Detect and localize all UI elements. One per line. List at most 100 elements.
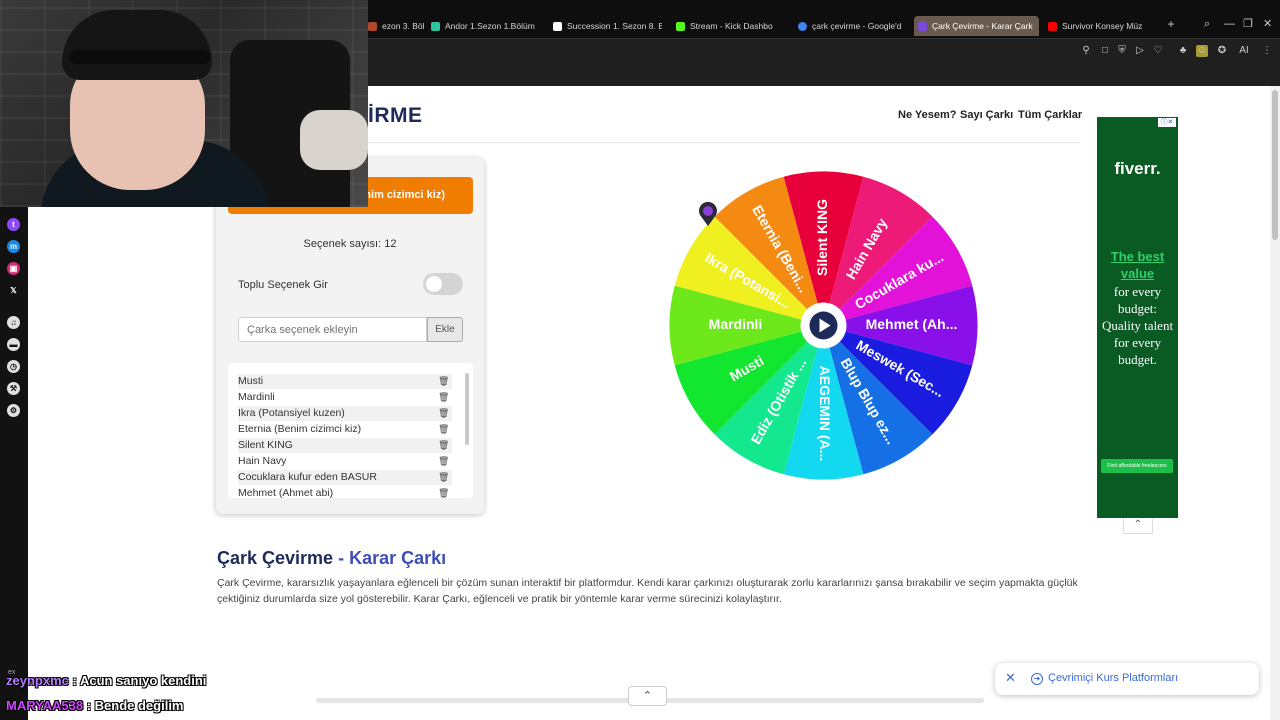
messenger-icon[interactable]: m	[7, 240, 20, 253]
play-media-icon[interactable]: ▷	[1134, 45, 1146, 57]
wheel-pointer-icon	[699, 201, 717, 226]
pin-icon[interactable]: ⚲	[1080, 45, 1092, 57]
tab-label: Stream - Kick Dashbo	[690, 21, 773, 31]
tab-andor[interactable]: Andor 1.Sezon 1.Bölüm -	[427, 16, 537, 36]
tab-favicon	[368, 21, 377, 31]
option-input[interactable]	[238, 317, 427, 342]
list-item: Hain Navy 🗑	[238, 454, 452, 469]
trash-icon[interactable]: 🗑	[438, 422, 449, 437]
nav-tum-carklar[interactable]: Tüm Çarklar	[1018, 109, 1082, 121]
maximize-icon[interactable]: ❐	[1243, 18, 1253, 30]
options-list-scrollbar[interactable]	[465, 367, 470, 495]
list-item: Cocuklara kufur eden BASUR 🗑	[238, 470, 452, 485]
instagram-icon[interactable]: ▣	[7, 262, 20, 275]
tab-favicon	[1048, 21, 1057, 31]
extension-icon[interactable]: ♣	[1177, 45, 1189, 57]
nav-sayi-carki[interactable]: Sayı Çarkı	[960, 109, 1013, 121]
extensions-puzzle-icon[interactable]: ✪	[1216, 45, 1228, 57]
tab-favicon	[431, 21, 440, 31]
close-window-icon[interactable]: ✕	[1263, 18, 1272, 30]
wheel-segment-label: Mehmet (Ah...	[866, 316, 958, 332]
suggestion-toast[interactable]: ✕ ➜ Çevrimiçi Kurs Platformları	[995, 663, 1259, 695]
tab-label: Çark Çevirme - Karar Çark	[932, 21, 1033, 31]
bulk-entry-label: Toplu Seçenek Gir	[238, 279, 328, 291]
trash-icon[interactable]: 🗑	[438, 486, 449, 498]
chat-message: MARYAA538 : Bende değilim	[6, 698, 184, 713]
tab-label: ezon 3. Bölü	[382, 21, 424, 31]
wheel-segment-label: Silent KING	[814, 199, 830, 276]
chat-username: zeynpxmc	[6, 673, 69, 688]
ad-choices-icon[interactable]: ⓘ✕	[1158, 118, 1176, 127]
tab-kick-dashboard[interactable]: Stream - Kick Dashbo	[672, 16, 784, 36]
spotify-icon[interactable]: ♫	[7, 316, 20, 329]
site-logo[interactable]: İRME	[368, 104, 423, 128]
option-label: Eternia (Benim cizimci kiz)	[238, 423, 362, 435]
option-label: Cocuklara kufur eden BASUR	[238, 471, 377, 483]
toast-label[interactable]: Çevrimiçi Kurs Platformları	[1048, 672, 1178, 684]
options-list-scroll-thumb[interactable]	[465, 373, 469, 445]
wallet-icon[interactable]: ▬	[7, 338, 20, 351]
history-icon[interactable]: ◷	[7, 360, 20, 373]
trash-icon[interactable]: 🗑	[438, 406, 449, 421]
ad-cta-button[interactable]: Find affordable freelancers	[1101, 459, 1173, 473]
trash-icon[interactable]: 🗑	[438, 374, 449, 389]
games-icon[interactable]: ⚒	[7, 382, 20, 395]
tab-survivor[interactable]: Survivor Konsey Müz	[1044, 16, 1159, 36]
shield-icon[interactable]: ⛨	[1116, 45, 1128, 57]
trash-icon[interactable]: 🗑	[438, 454, 449, 469]
wheel-segment-label: Mardinli	[709, 316, 763, 332]
extension-avatar-icon[interactable]: ☺	[1196, 45, 1208, 57]
bulk-entry-toggle[interactable]	[423, 273, 463, 295]
option-count: Seçenek sayısı: 12	[303, 238, 397, 250]
tab-label: Andor 1.Sezon 1.Bölüm -	[445, 21, 537, 31]
trash-icon[interactable]: 🗑	[438, 438, 449, 453]
page-scrollbar-thumb[interactable]	[1272, 90, 1278, 240]
tab-label: çark çevirme - Google'd	[812, 21, 902, 31]
tab-sezon[interactable]: ezon 3. Bölü	[364, 16, 424, 36]
wheel-segment-label: AEGEMIN (A...	[817, 366, 833, 462]
tab-google-search[interactable]: çark çevirme - Google'd	[794, 16, 906, 36]
nav-ne-yesem[interactable]: Ne Yesem?	[898, 109, 957, 121]
tab-succession[interactable]: Succession 1. Sezon 8. B	[549, 16, 662, 36]
list-item: Mehmet (Ahmet abi) 🗑	[238, 486, 452, 498]
chat-username: MARYAA538	[6, 698, 84, 713]
x-icon[interactable]: 𝕏	[7, 284, 20, 297]
ad-brand: fiverr.	[1114, 159, 1161, 178]
search-tabs-icon[interactable]: ⌕	[1204, 18, 1210, 30]
ad-collapse-button[interactable]: ⌃	[1123, 518, 1153, 534]
page-description: Çark Çevirme, kararsızlık yaşayanlara eğ…	[217, 577, 1078, 605]
ad-body: for every budget: Quality talent for eve…	[1101, 284, 1174, 367]
heading-separator: -	[333, 548, 350, 568]
list-item: Silent KING 🗑	[238, 438, 452, 453]
toast-close-icon[interactable]: ✕	[1005, 671, 1019, 685]
option-label: Mehmet (Ahmet abi)	[238, 487, 334, 498]
trash-icon[interactable]: 🗑	[438, 470, 449, 485]
twitch-icon[interactable]: t	[7, 218, 20, 231]
tab-favicon	[798, 21, 807, 31]
option-label: Silent KING	[238, 439, 293, 451]
minimize-icon[interactable]: —	[1224, 18, 1235, 30]
screen: ezon 3. Bölü Andor 1.Sezon 1.Bölüm - Suc…	[0, 0, 1280, 720]
option-label: Ikra (Potansiyel kuzen)	[238, 407, 345, 419]
menu-icon[interactable]: ⋮	[1261, 45, 1273, 57]
page-scrollbar[interactable]	[1270, 86, 1280, 720]
option-label: Musti	[238, 375, 264, 387]
webcam-person-headband	[70, 50, 210, 64]
fiverr-ad[interactable]: ⓘ✕ fiverr. The best value for every budg…	[1097, 117, 1178, 518]
ad-headline[interactable]: The best value	[1097, 248, 1178, 282]
arrow-circle-icon: ➜	[1031, 673, 1043, 685]
tab-cark-cevirme[interactable]: Çark Çevirme - Karar Çark	[914, 16, 1039, 36]
chat-text: : Acun sanıyo kendini	[72, 673, 207, 688]
tab-label: Survivor Konsey Müz	[1062, 21, 1143, 31]
scroll-up-button[interactable]: ⌃	[628, 686, 667, 706]
list-item: Ikra (Potansiyel kuzen) 🗑	[238, 406, 452, 421]
heart-icon[interactable]: ♡	[1152, 45, 1164, 57]
new-tab-button[interactable]: +	[1164, 17, 1178, 31]
add-option-button[interactable]: Ekle	[427, 317, 463, 342]
list-item: Musti 🗑	[238, 374, 452, 389]
ai-icon[interactable]: AI	[1236, 45, 1252, 57]
screenshot-icon[interactable]: □	[1099, 45, 1111, 57]
settings-icon[interactable]: ⚙	[7, 404, 20, 417]
option-label: Mardinli	[238, 391, 275, 403]
trash-icon[interactable]: 🗑	[438, 390, 449, 405]
